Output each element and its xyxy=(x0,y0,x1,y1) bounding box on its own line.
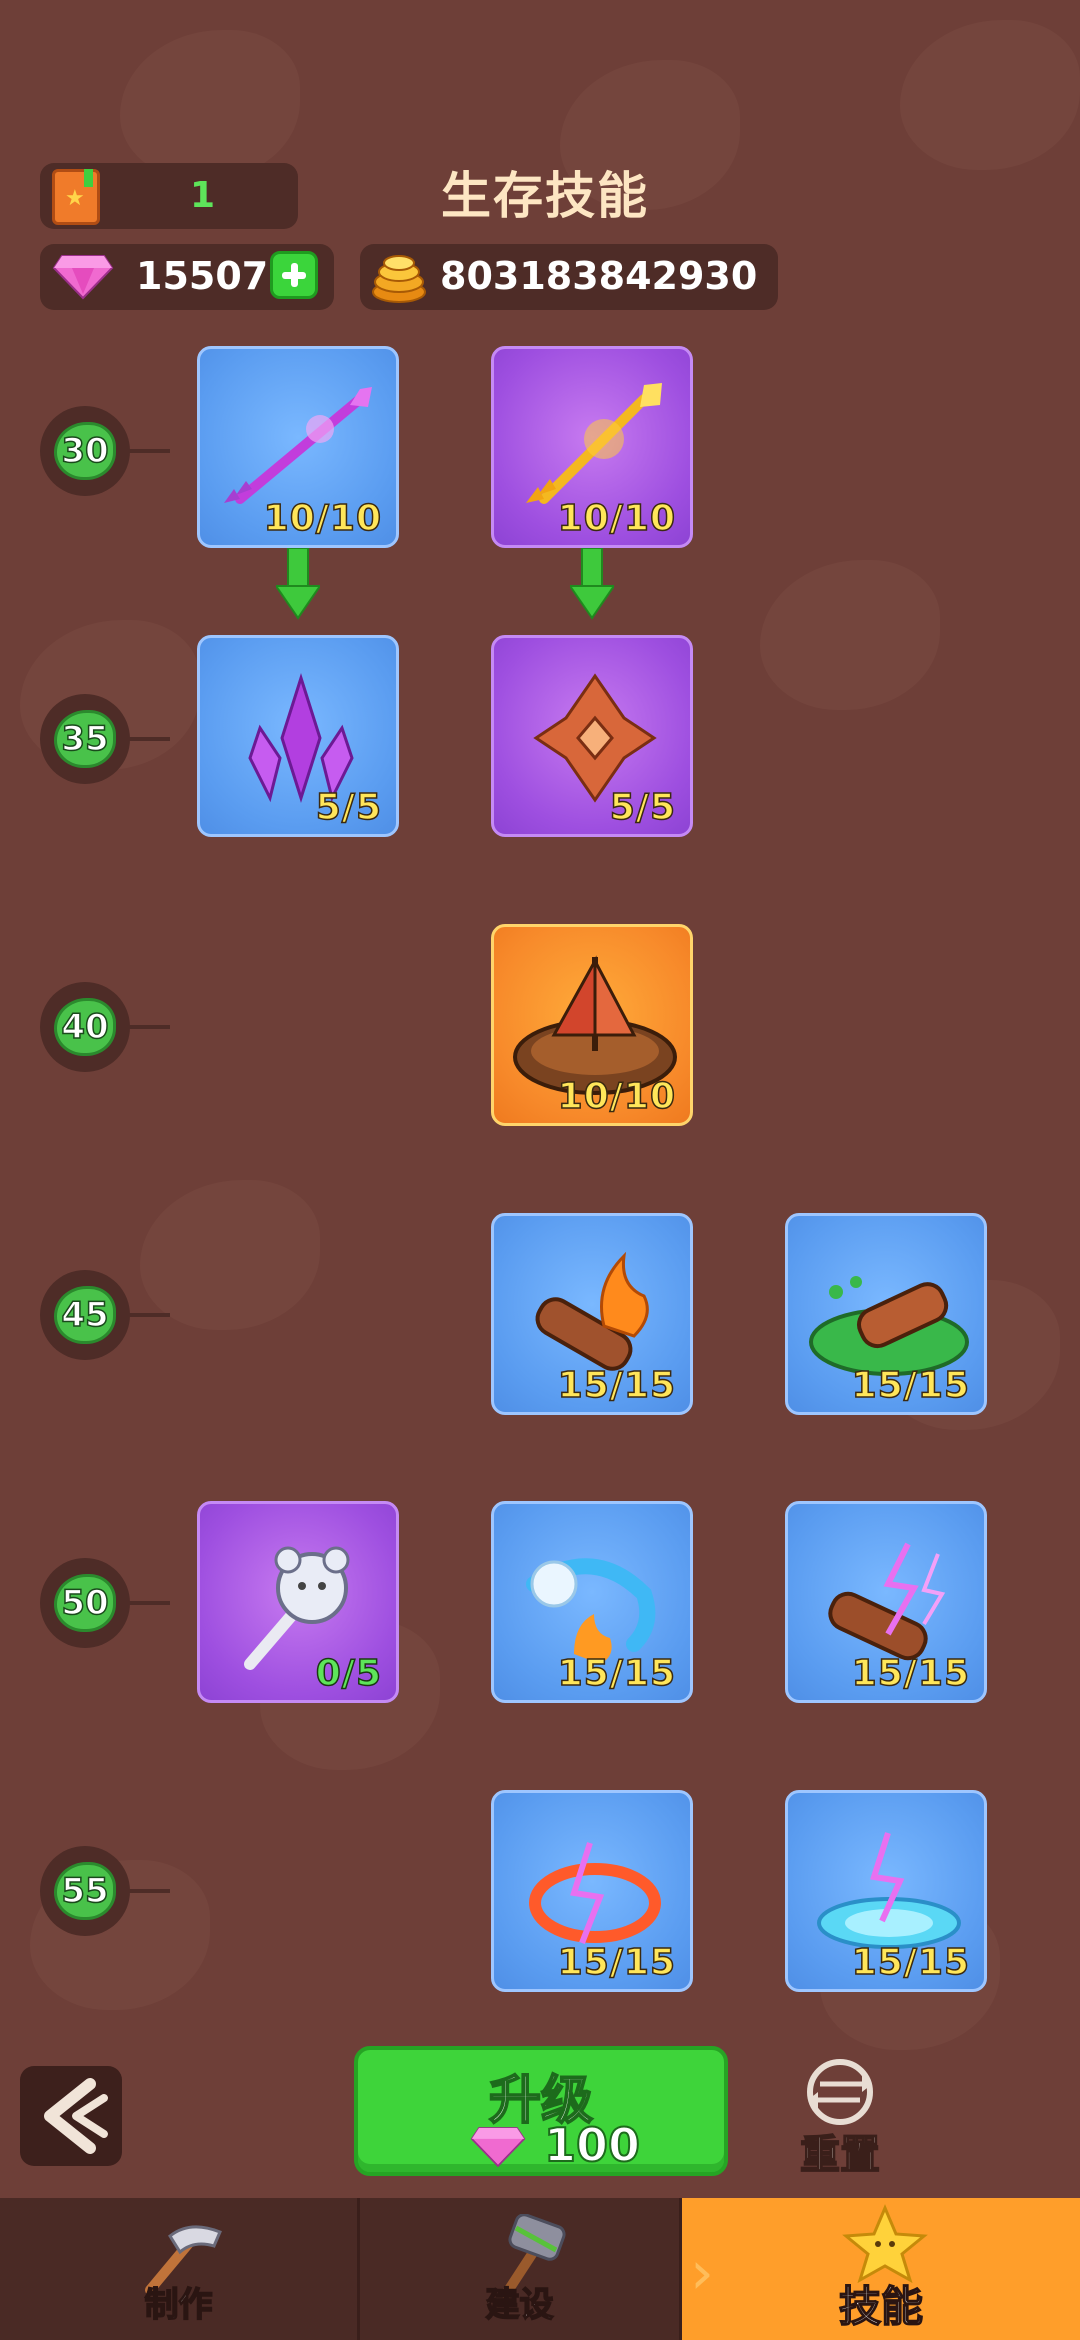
skill-level-count: 15/15 xyxy=(557,1364,676,1407)
skill-level-count: 10/10 xyxy=(557,497,676,540)
book-count: 1 xyxy=(190,175,216,216)
skill-card-golden-arrow[interactable]: 10/10 xyxy=(491,346,693,548)
star-icon xyxy=(842,2204,928,2284)
tab-build[interactable]: 建设 xyxy=(360,2198,682,2340)
bottom-nav: 制作 建设 › 技能 xyxy=(0,2198,1080,2340)
coin-count: 803183842930 xyxy=(440,254,758,298)
book-icon xyxy=(52,169,100,225)
upgrade-cost: 100 xyxy=(543,2117,641,2173)
skill-card-raft[interactable]: 10/10 xyxy=(491,924,693,1126)
level-marker-40: 40 xyxy=(40,982,170,1072)
skill-level-count: 15/15 xyxy=(557,1652,676,1695)
upgrade-label: 升级 xyxy=(488,2070,594,2132)
coin-counter: 803183842930 xyxy=(360,244,778,310)
skill-card-lightning-portal[interactable]: 15/15 xyxy=(785,1790,987,1992)
skill-level-count: 10/10 xyxy=(557,1075,676,1118)
tab-craft-label: 制作 xyxy=(144,2284,214,2326)
skill-card-fire-lightning[interactable]: 15/15 xyxy=(491,1790,693,1992)
gem-count: 15507 xyxy=(136,254,269,298)
reset-icon xyxy=(807,2059,873,2125)
arrow-down-icon xyxy=(570,548,614,620)
skill-card-burning-log[interactable]: 15/15 xyxy=(491,1213,693,1415)
skill-level-count: 5/5 xyxy=(609,786,676,829)
page-title: 生存技能 xyxy=(441,167,649,225)
skill-card-toxic-log[interactable]: 15/15 xyxy=(785,1213,987,1415)
reset-label: 重置 xyxy=(799,2131,881,2179)
level-marker-35: 35 xyxy=(40,694,170,784)
chevron-left-icon xyxy=(44,2078,108,2154)
tab-craft[interactable]: 制作 xyxy=(0,2198,360,2340)
tab-skill[interactable]: › 技能 xyxy=(682,2198,1080,2340)
reset-button[interactable]: 重置 xyxy=(790,2058,890,2179)
skill-level-count: 15/15 xyxy=(557,1941,676,1984)
level-marker-45: 45 xyxy=(40,1270,170,1360)
skill-card-arcane-arrow[interactable]: 10/10 xyxy=(197,346,399,548)
gem-counter: 15507 xyxy=(40,244,334,310)
arrow-down-icon xyxy=(276,548,320,620)
skill-card-lightning-log[interactable]: 15/15 xyxy=(785,1501,987,1703)
gem-icon xyxy=(52,254,114,304)
back-button[interactable] xyxy=(20,2066,122,2166)
skill-level-count: 15/15 xyxy=(851,1652,970,1695)
skill-level-count: 10/10 xyxy=(263,497,382,540)
skill-card-frost-fire[interactable]: 15/15 xyxy=(491,1501,693,1703)
level-marker-55: 55 xyxy=(40,1846,170,1936)
skill-level-count: 15/15 xyxy=(851,1364,970,1407)
skill-card-bronze-emblem[interactable]: 5/5 xyxy=(491,635,693,837)
tab-build-label: 建设 xyxy=(485,2284,555,2326)
level-marker-30: 30 xyxy=(40,406,170,496)
book-counter: 1 xyxy=(40,163,298,229)
gem-icon xyxy=(470,2126,526,2172)
tab-skill-label: 技能 xyxy=(838,2281,924,2332)
level-marker-50: 50 xyxy=(40,1558,170,1648)
skill-card-purple-crystal[interactable]: 5/5 xyxy=(197,635,399,837)
upgrade-button[interactable]: 升级 100 xyxy=(354,2046,728,2176)
coin-stack-icon xyxy=(370,252,428,308)
skill-card-bear-axe[interactable]: 0/5 xyxy=(197,1501,399,1703)
skill-level-count: 5/5 xyxy=(315,786,382,829)
add-gems-button[interactable] xyxy=(270,251,318,299)
skill-level-count: 15/15 xyxy=(851,1941,970,1984)
skill-level-count: 0/5 xyxy=(315,1652,382,1695)
